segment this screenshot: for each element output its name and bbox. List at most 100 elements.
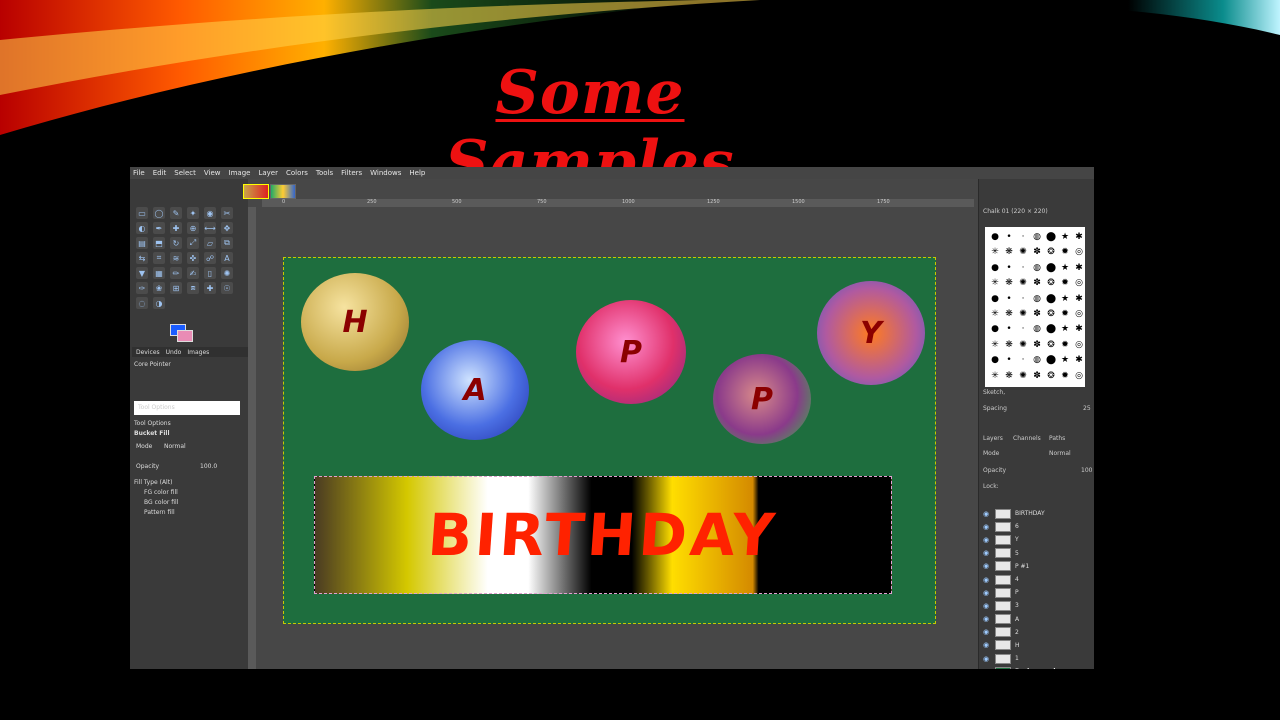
brush-swatch-icon[interactable]: ✺ [1017, 308, 1029, 320]
brush-swatch-icon[interactable]: ❋ [1003, 277, 1015, 289]
layer-row[interactable]: ◉ P [983, 586, 1091, 599]
brush-swatch-icon[interactable]: ✳ [989, 246, 1001, 258]
dodge-icon[interactable]: ◑ [153, 297, 165, 309]
rect-select-icon[interactable]: ▭ [136, 207, 148, 219]
brush-swatch-icon[interactable]: • [1003, 354, 1015, 366]
menu-view[interactable]: View [204, 169, 221, 177]
layer-row[interactable]: ◉ BIRTHDAY [983, 507, 1091, 520]
menu-select[interactable]: Select [174, 169, 196, 177]
brush-swatch-icon[interactable]: • [1003, 293, 1015, 305]
mypaint-icon[interactable]: ❀ [153, 282, 165, 294]
brush-swatch-icon[interactable]: ✹ [1059, 246, 1071, 258]
brush-swatch-icon[interactable]: ● [989, 231, 1001, 243]
eye-icon[interactable]: ◉ [983, 641, 991, 649]
brush-swatch-icon[interactable]: ✹ [1059, 370, 1071, 382]
fill-option-fg[interactable]: FG color fill [144, 489, 178, 496]
eye-icon[interactable]: ◉ [983, 576, 991, 584]
brush-swatch-icon[interactable]: ● [989, 293, 1001, 305]
image-tab-1[interactable] [243, 184, 269, 199]
menu-filters[interactable]: Filters [341, 169, 362, 177]
menu-windows[interactable]: Windows [370, 169, 401, 177]
brush-swatch-icon[interactable]: · [1017, 354, 1029, 366]
brush-swatch-icon[interactable]: ✺ [1017, 370, 1029, 382]
tab-devices[interactable]: Devices [136, 349, 160, 356]
clone-icon[interactable]: ⊞ [170, 282, 182, 294]
brush-swatch-icon[interactable]: ✽ [1031, 339, 1043, 351]
brush-swatch-icon[interactable]: ◍ [1031, 323, 1043, 335]
brush-swatch-icon[interactable]: ◎ [1073, 308, 1085, 320]
menu-image[interactable]: Image [229, 169, 251, 177]
free-select-icon[interactable]: ✎ [170, 207, 182, 219]
brush-swatch-icon[interactable]: ✽ [1031, 370, 1043, 382]
eye-icon[interactable]: ◉ [983, 523, 991, 531]
perspective-clone-icon[interactable]: ⧈ [187, 282, 199, 294]
layer-row[interactable]: ◉ Y [983, 533, 1091, 546]
rotate-icon[interactable]: ↻ [170, 237, 182, 249]
text-icon[interactable]: A [221, 252, 233, 264]
brush-swatch-icon[interactable]: ✽ [1031, 246, 1043, 258]
brush-swatch-icon[interactable]: ❂ [1045, 277, 1057, 289]
brush-swatch-icon[interactable]: ✹ [1059, 277, 1071, 289]
brush-swatch-icon[interactable]: ⬤ [1045, 354, 1057, 366]
scale-icon[interactable]: ⤢ [187, 237, 199, 249]
brush-swatch-icon[interactable]: • [1003, 323, 1015, 335]
fuzzy-select-icon[interactable]: ✦ [187, 207, 199, 219]
brushes-grid[interactable]: ● • · ◍ ⬤ ★ ✱ ✳ ❋ ✺ ✽ ❂ ✹ ◎ ● • · ◍ ⬤ ★ ✱ ✳ ❋ ✺ ✽ ❂ ✹ ◎ ● • · ◍ ⬤ ★ ✱ ✳ ❋ ✺ ✽ ❂… [985, 227, 1085, 387]
handle-transform-icon[interactable]: ☍ [204, 252, 216, 264]
brush-swatch-icon[interactable]: ❋ [1003, 308, 1015, 320]
layer-row[interactable]: ◉ 3 [983, 599, 1091, 612]
layer-row[interactable]: ◉ H [983, 639, 1091, 652]
layer-row[interactable]: ◉ 6 [983, 520, 1091, 533]
brush-swatch-icon[interactable]: ✽ [1031, 277, 1043, 289]
brush-swatch-icon[interactable]: ◎ [1073, 370, 1085, 382]
eye-icon[interactable]: ◉ [983, 602, 991, 610]
brush-swatch-icon[interactable]: ★ [1059, 231, 1071, 243]
brush-swatch-icon[interactable]: ⬤ [1045, 231, 1057, 243]
brush-swatch-icon[interactable]: · [1017, 262, 1029, 274]
cage-icon[interactable]: ⌗ [153, 252, 165, 264]
brush-swatch-icon[interactable]: ✳ [989, 339, 1001, 351]
brush-swatch-icon[interactable]: ❋ [1003, 339, 1015, 351]
brush-swatch-icon[interactable]: ⬤ [1045, 293, 1057, 305]
tab-layers[interactable]: Layers [983, 435, 1003, 442]
brush-swatch-icon[interactable]: ★ [1059, 323, 1071, 335]
measure-icon[interactable]: ⟷ [204, 222, 216, 234]
layer-row[interactable]: ◉ 1 [983, 652, 1091, 665]
brush-swatch-icon[interactable]: ✺ [1017, 277, 1029, 289]
fill-option-bg[interactable]: BG color fill [144, 499, 178, 506]
mode-select[interactable]: Normal [164, 443, 186, 450]
eye-icon[interactable]: ◉ [983, 628, 991, 636]
ellipse-select-icon[interactable]: ◯ [153, 207, 165, 219]
layer-row[interactable]: ◉ A [983, 613, 1091, 626]
brush-swatch-icon[interactable]: ★ [1059, 293, 1071, 305]
brush-swatch-icon[interactable]: ✹ [1059, 339, 1071, 351]
perspective-icon[interactable]: ⧉ [221, 237, 233, 249]
brush-swatch-icon[interactable]: ⬤ [1045, 262, 1057, 274]
flip-icon[interactable]: ⇆ [136, 252, 148, 264]
airbrush-icon[interactable]: ✺ [221, 267, 233, 279]
tab-images[interactable]: Images [187, 349, 209, 356]
layer-row[interactable]: ◉ Background [983, 665, 1091, 669]
pencil-icon[interactable]: ✏ [170, 267, 182, 279]
blend-icon[interactable]: ▦ [153, 267, 165, 279]
brush-swatch-icon[interactable]: ◍ [1031, 354, 1043, 366]
tab-undo[interactable]: Undo [166, 349, 182, 356]
brush-swatch-icon[interactable]: ✱ [1073, 262, 1085, 274]
brush-swatch-icon[interactable]: ● [989, 323, 1001, 335]
menu-file[interactable]: File [133, 169, 145, 177]
eye-icon[interactable]: ◉ [983, 536, 991, 544]
opacity-value[interactable]: 100.0 [200, 463, 217, 470]
brush-swatch-icon[interactable]: · [1017, 323, 1029, 335]
brush-swatch-icon[interactable]: ◎ [1073, 339, 1085, 351]
menu-tools[interactable]: Tools [316, 169, 333, 177]
zoom-icon[interactable]: ⊕ [187, 222, 199, 234]
paths-icon[interactable]: ✒ [153, 222, 165, 234]
eraser-icon[interactable]: ▯ [204, 267, 216, 279]
eye-icon[interactable]: ◉ [983, 655, 991, 663]
brush-swatch-icon[interactable]: ◍ [1031, 262, 1043, 274]
crop-icon[interactable]: ⬒ [153, 237, 165, 249]
brush-swatch-icon[interactable]: ✱ [1073, 354, 1085, 366]
eye-icon[interactable]: ◉ [983, 549, 991, 557]
layer-row[interactable]: ◉ P #1 [983, 560, 1091, 573]
brush-swatch-icon[interactable]: ❋ [1003, 370, 1015, 382]
